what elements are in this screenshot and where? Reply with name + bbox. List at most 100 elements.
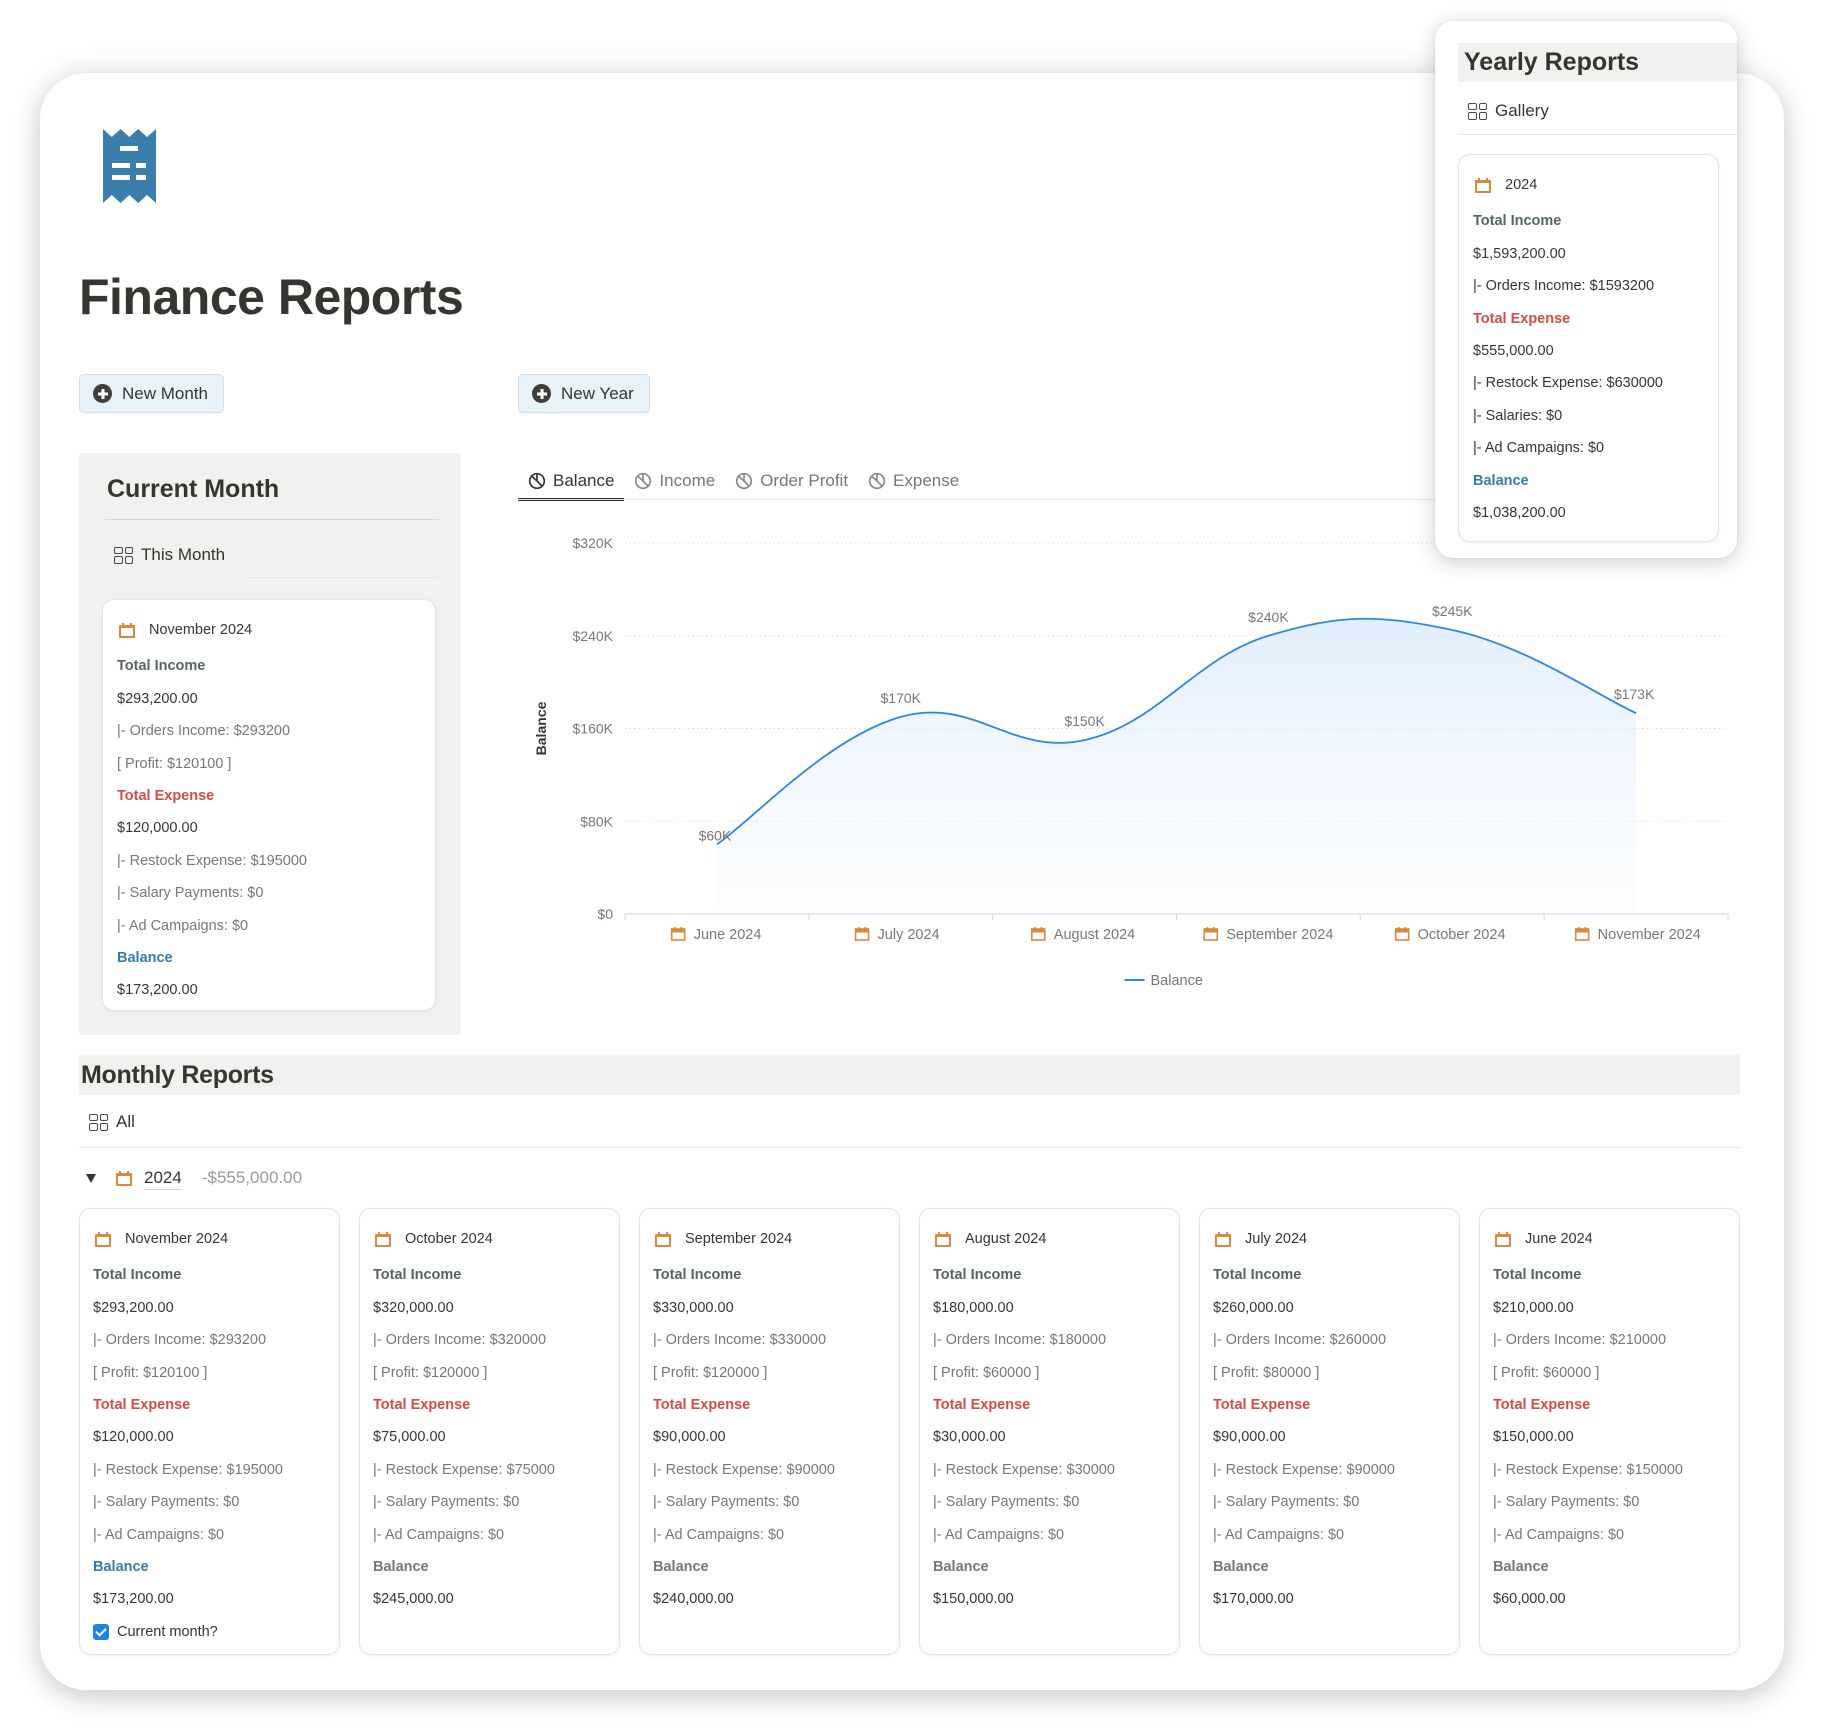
orders-income: |- Orders Income: $293200 <box>117 723 291 740</box>
month-card[interactable]: November 2024 Total Income $293,200.00 |- O… <box>79 1208 340 1655</box>
restock-expense: |- Restock Expense: $75000 <box>373 1461 555 1478</box>
balance-value: $170,000.00 <box>1213 1591 1294 1608</box>
view-tab-this-month[interactable]: This Month <box>114 545 225 565</box>
legend-label: Balance <box>1151 973 1203 989</box>
tab-balance[interactable]: Balance <box>518 461 625 501</box>
view-tab-label: All <box>116 1112 135 1131</box>
orders-income: |- Orders Income: $180000 <box>933 1332 1107 1349</box>
pie-chart-icon <box>736 472 753 490</box>
view-tab-label: This Month <box>141 545 226 564</box>
ad-campaigns: |- Ad Campaigns: $0 <box>1493 1526 1625 1543</box>
group-2024[interactable]: 2024 -$555,000.00 <box>86 1164 302 1192</box>
calendar-icon <box>670 927 686 941</box>
profit: [ Profit: $120100 ] <box>117 755 232 772</box>
total-expense-value: $555,000.00 <box>1473 343 1554 360</box>
orders-income: |- Orders Income: $293200 <box>93 1332 267 1349</box>
divider <box>518 499 1438 500</box>
card-title: 2024 <box>1475 169 1704 201</box>
total-expense-label: Total Expense <box>933 1397 1031 1414</box>
page-title: Finance Reports <box>79 269 464 325</box>
balance-label: Balance <box>373 1559 429 1576</box>
x-tick-text: October 2024 <box>1418 927 1506 943</box>
balance-value: $173,200.00 <box>117 982 198 999</box>
total-income-label: Total Income <box>933 1267 1022 1284</box>
new-month-button[interactable]: New Month <box>79 374 224 413</box>
toggle-triangle-icon[interactable] <box>86 1173 96 1183</box>
data-label: $173K <box>1614 686 1655 702</box>
view-tab-label: Gallery <box>1495 101 1549 120</box>
current-month-label: Current month? <box>117 1623 218 1640</box>
card-name: October 2024 <box>405 1231 493 1247</box>
total-expense-label: Total Expense <box>93 1397 191 1414</box>
card-title: August 2024 <box>935 1223 1167 1255</box>
restock-expense: |- Restock Expense: $90000 <box>1213 1461 1395 1478</box>
new-year-label: New Year <box>561 383 634 403</box>
current-month-card[interactable]: November 2024 Total Income $293,200.00 |… <box>102 599 436 1011</box>
total-income-label: Total Income <box>1493 1267 1582 1284</box>
restock-expense: |- Restock Expense: $195000 <box>117 852 307 869</box>
month-card[interactable]: August 2024 Total Income $180,000.00 |- Ord… <box>919 1208 1180 1655</box>
gallery-icon <box>114 546 133 564</box>
salary-payments: |- Salary Payments: $0 <box>653 1494 800 1511</box>
card-title: June 2024 <box>1495 1223 1727 1255</box>
restock-expense: |- Restock Expense: $195000 <box>93 1461 283 1478</box>
total-expense-value: $90,000.00 <box>653 1429 726 1446</box>
calendar-icon <box>1495 1231 1511 1247</box>
card-name: 2024 <box>1505 177 1538 193</box>
orders-income: |- Orders Income: $260000 <box>1213 1332 1387 1349</box>
ad-campaigns: |- Ad Campaigns: $0 <box>117 917 249 934</box>
receipt-icon[interactable] <box>103 129 156 203</box>
x-tick-label: October 2024 <box>1394 927 1506 943</box>
tab-income[interactable]: Income <box>624 461 725 501</box>
calendar-icon <box>1394 927 1410 941</box>
salary-payments: |- Salary Payments: $0 <box>373 1494 520 1511</box>
card-title: July 2024 <box>1215 1223 1447 1255</box>
total-income-value: $293,200.00 <box>117 690 198 707</box>
divider <box>79 1147 1740 1148</box>
data-label: $60K <box>699 827 732 843</box>
profit: [ Profit: $120000 ] <box>653 1364 768 1381</box>
profit: [ Profit: $60000 ] <box>1493 1364 1600 1381</box>
restock-expense: |- Restock Expense: $150000 <box>1493 1461 1683 1478</box>
calendar-icon <box>935 1231 951 1247</box>
month-card[interactable]: July 2024 Total Income $260,000.00 |- Order… <box>1199 1208 1460 1655</box>
group-sum: -$555,000.00 <box>201 1168 303 1187</box>
total-income-value: $210,000.00 <box>1493 1299 1574 1316</box>
view-tab-gallery[interactable]: Gallery <box>1468 101 1549 121</box>
month-card[interactable]: October 2024 Total Income $320,000.00 |- Or… <box>359 1208 620 1655</box>
balance-label: Balance <box>653 1559 709 1576</box>
tab-order-profit[interactable]: Order Profit <box>725 461 858 501</box>
profit: [ Profit: $120000 ] <box>373 1364 488 1381</box>
restock-expense: |- Restock Expense: $90000 <box>653 1461 835 1478</box>
month-card[interactable]: September 2024 Total Income $330,000.00 |- … <box>639 1208 900 1655</box>
new-year-button[interactable]: New Year <box>518 374 650 413</box>
tab-expense[interactable]: Expense <box>858 461 969 501</box>
calendar-icon <box>116 1170 132 1186</box>
data-label: $150K <box>1064 713 1105 729</box>
yearly-reports-title: Yearly Reports <box>1464 48 1640 76</box>
y-tick-label: $80K <box>580 813 613 829</box>
divider <box>244 577 439 578</box>
total-expense-value: $150,000.00 <box>1493 1429 1574 1446</box>
orders-income: |- Orders Income: $210000 <box>1493 1332 1667 1349</box>
calendar-icon <box>375 1231 391 1247</box>
view-tab-all[interactable]: All <box>89 1112 135 1132</box>
balance-value: $1,038,200.00 <box>1473 505 1566 522</box>
current-month-checkbox[interactable] <box>93 1624 109 1641</box>
balance-value: $173,200.00 <box>93 1591 174 1608</box>
y-tick-label: $160K <box>573 721 614 737</box>
total-income-value: $330,000.00 <box>653 1299 734 1316</box>
month-card[interactable]: June 2024 Total Income $210,000.00 |- Order… <box>1479 1208 1740 1655</box>
chart-svg: $0 $80K $160K $240K $320K Balance $60K $170K $15… <box>533 535 1729 989</box>
y-tick-label: $320K <box>573 535 614 551</box>
total-expense-label: Total Expense <box>653 1397 751 1414</box>
group-name[interactable]: 2024 <box>144 1167 182 1190</box>
card-name: June 2024 <box>1525 1231 1593 1247</box>
monthly-reports-title: Monthly Reports <box>81 1061 274 1089</box>
total-income-label: Total Income <box>93 1267 182 1284</box>
profit: [ Profit: $120100 ] <box>93 1364 208 1381</box>
calendar-icon <box>95 1231 111 1247</box>
yearly-card[interactable]: 2024 Total Income $1,593,200.00 |- Order… <box>1458 154 1719 542</box>
orders-income: |- Orders Income: $320000 <box>373 1332 547 1349</box>
total-expense-label: Total Expense <box>117 788 215 805</box>
